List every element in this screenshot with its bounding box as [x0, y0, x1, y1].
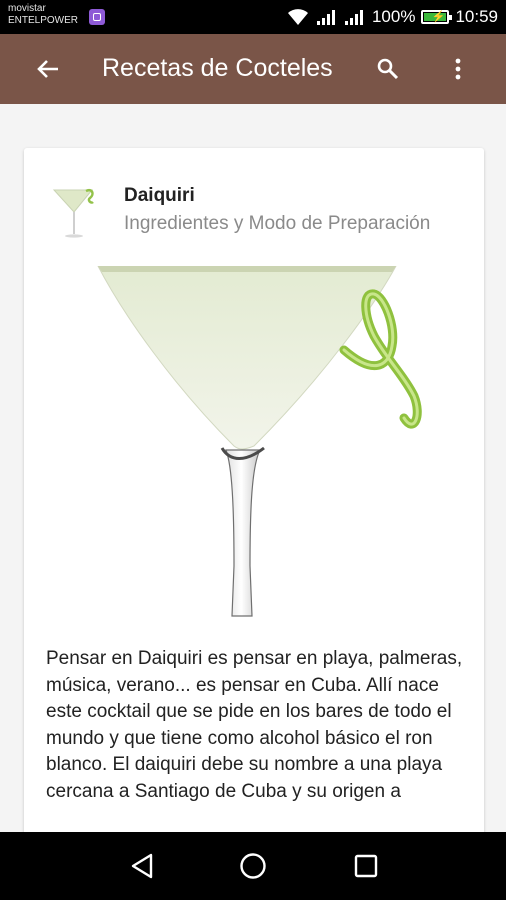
search-button[interactable]	[372, 54, 404, 84]
status-indicators: 100% ⚡ 10:59	[286, 6, 498, 28]
nav-back-button[interactable]	[122, 846, 162, 886]
clock: 10:59	[455, 7, 498, 26]
nav-recents-button[interactable]	[346, 846, 386, 886]
search-icon	[377, 58, 399, 80]
overflow-menu-icon	[455, 58, 461, 80]
recipe-title: Daiquiri	[124, 185, 195, 206]
daiquiri-thumbnail	[52, 189, 94, 238]
notification-app-icon	[89, 9, 105, 25]
navigation-bar	[0, 832, 506, 900]
carrier-line-1: movistar	[8, 3, 46, 14]
back-button[interactable]	[30, 55, 66, 83]
home-circle-icon	[240, 853, 266, 879]
app-bar: Recetas de Cocteles	[0, 34, 506, 104]
recipe-subtitle: Ingredientes y Modo de Preparación	[124, 213, 431, 234]
battery-percent: 100%	[371, 7, 416, 26]
recents-square-icon	[354, 854, 378, 878]
wifi-icon	[287, 9, 308, 25]
nav-home-button[interactable]	[233, 846, 273, 886]
signal-icon	[316, 10, 335, 25]
signal-icon	[344, 10, 363, 25]
status-bar: movistar ENTELPOWER 100% ⚡ 10:59	[0, 0, 506, 34]
recipe-description: Pensar en Daiquiri es pensar en playa, p…	[46, 648, 463, 802]
app-title: Recetas de Cocteles	[102, 54, 333, 82]
overflow-menu-button[interactable]	[444, 54, 472, 84]
back-triangle-icon	[131, 853, 153, 879]
content-area[interactable]: Daiquiri Ingredientes y Modo de Preparac…	[0, 104, 506, 832]
battery-charging-icon: ⚡	[421, 10, 453, 24]
carrier-line-2: ENTELPOWER	[8, 15, 79, 26]
daiquiri-cocktail-image	[74, 266, 434, 628]
carrier-name: movistar ENTELPOWER	[8, 3, 78, 27]
recipe-card[interactable]: Daiquiri Ingredientes y Modo de Preparac…	[24, 148, 484, 832]
back-arrow-icon	[37, 60, 58, 78]
